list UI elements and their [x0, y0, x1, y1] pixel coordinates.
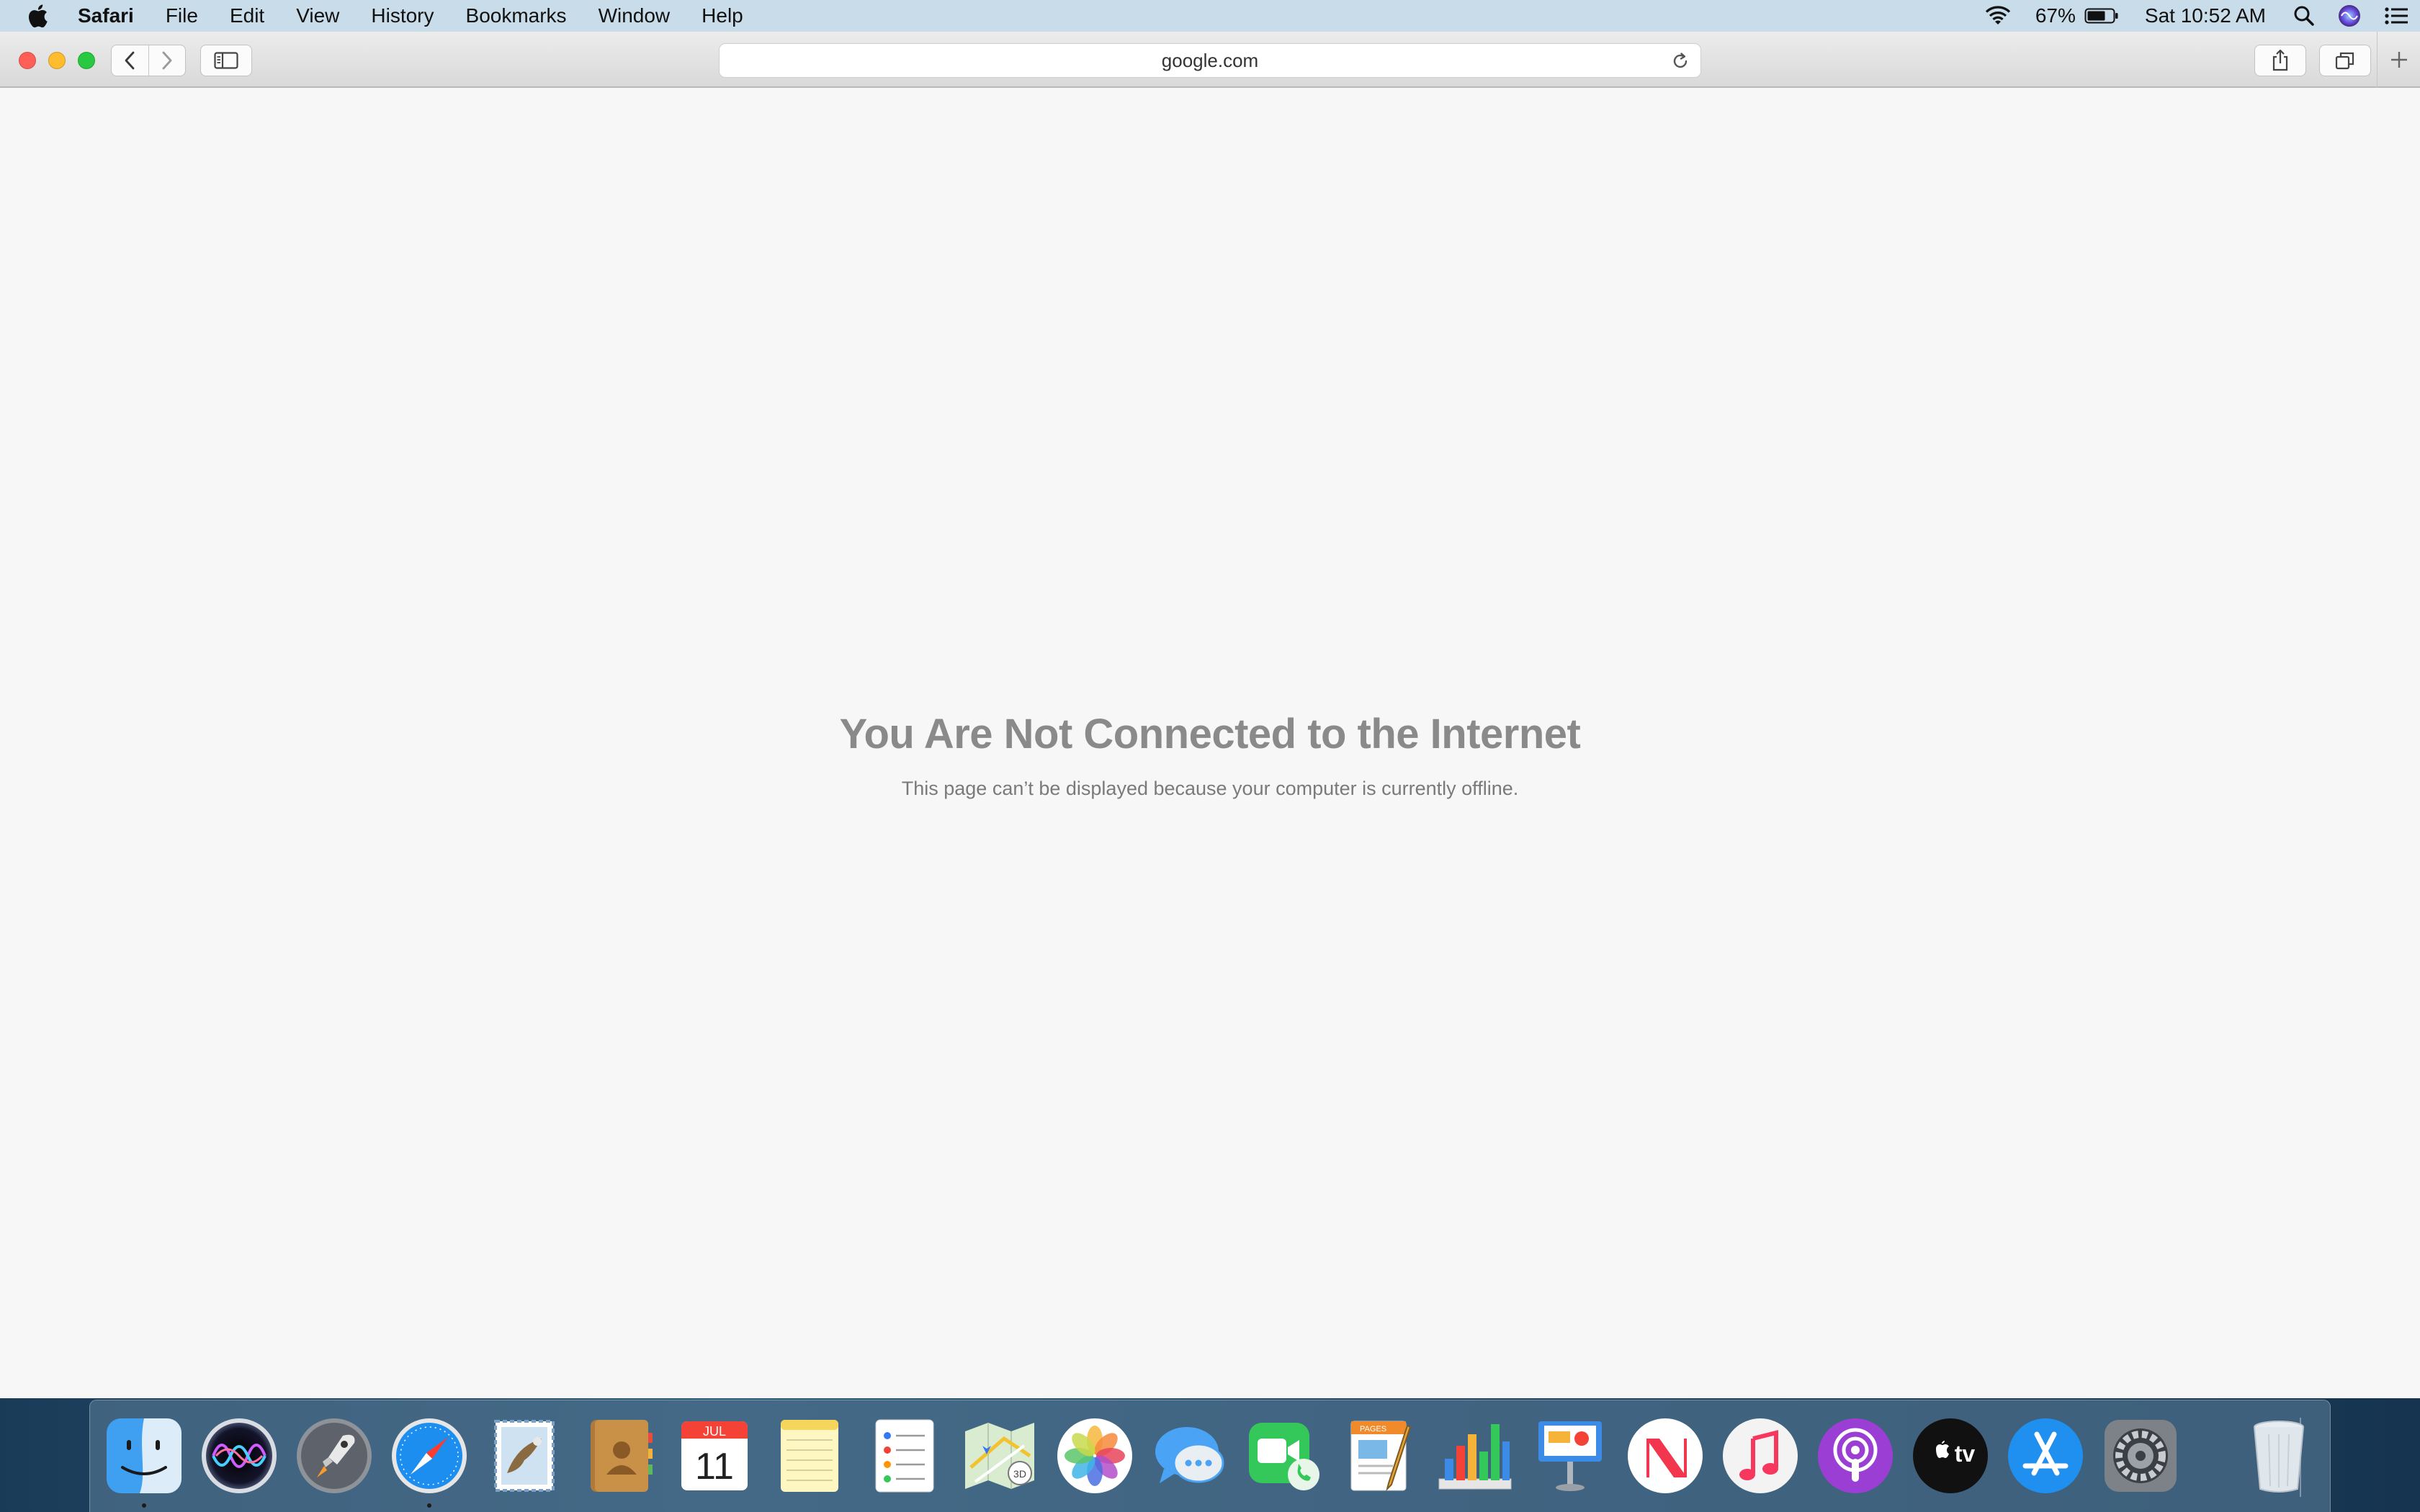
- dock-calendar-icon[interactable]: JUL 11: [673, 1415, 756, 1497]
- zoom-button[interactable]: [78, 52, 95, 69]
- menu-history[interactable]: History: [355, 0, 449, 32]
- dock-safari-icon[interactable]: [388, 1415, 470, 1497]
- plus-icon: [2390, 52, 2407, 68]
- dock-keynote-icon[interactable]: [1529, 1415, 1611, 1497]
- battery-percent: 67%: [2035, 4, 2076, 27]
- dock-siri-icon[interactable]: [198, 1415, 280, 1497]
- dock-finder-icon[interactable]: [103, 1415, 185, 1497]
- dock: JUL 11 3D PAGES tv: [89, 1400, 2331, 1512]
- minimize-button[interactable]: [48, 52, 66, 69]
- dock-facetime-icon[interactable]: [1244, 1415, 1326, 1497]
- dock-system-preferences-icon[interactable]: [2099, 1415, 2182, 1497]
- dock-contacts-icon[interactable]: [578, 1415, 660, 1497]
- sidebar-icon: [214, 52, 238, 69]
- error-message: This page can’t be displayed because you…: [901, 778, 1519, 799]
- menu-window[interactable]: Window: [583, 0, 686, 32]
- menu-edit[interactable]: Edit: [214, 0, 280, 32]
- close-button[interactable]: [19, 52, 36, 69]
- dock-news-icon[interactable]: [1624, 1415, 1706, 1497]
- tv-label: tv: [1955, 1441, 1976, 1467]
- apple-menu-icon[interactable]: [0, 4, 75, 28]
- new-tab-button[interactable]: [2377, 32, 2420, 88]
- browser-toolbar: google.com: [0, 32, 2420, 88]
- sidebar-toggle-button[interactable]: [200, 45, 252, 76]
- spotlight-search-icon[interactable]: [2293, 5, 2315, 27]
- calendar-day: 11: [695, 1446, 734, 1488]
- dock-trash-icon[interactable]: [2238, 1415, 2320, 1497]
- reload-icon[interactable]: [1670, 51, 1690, 76]
- dock-maps-icon[interactable]: 3D: [959, 1415, 1041, 1497]
- share-button[interactable]: [2254, 45, 2306, 76]
- svg-text:PAGES: PAGES: [1360, 1425, 1386, 1434]
- tabs-overview-icon: [2335, 52, 2354, 70]
- menu-view[interactable]: View: [280, 0, 355, 32]
- chevron-right-icon: [162, 51, 172, 70]
- show-tabs-button[interactable]: [2319, 45, 2371, 76]
- dock-photos-icon[interactable]: [1054, 1415, 1136, 1497]
- error-title: You Are Not Connected to the Internet: [839, 711, 1581, 757]
- notification-center-icon[interactable]: [2384, 6, 2408, 26]
- dock-numbers-icon[interactable]: [1434, 1415, 1516, 1497]
- back-button[interactable]: [112, 45, 148, 76]
- menu-file[interactable]: File: [150, 0, 214, 32]
- navigation-buttons: [111, 45, 186, 76]
- dock-app-store-icon[interactable]: [2004, 1415, 2087, 1497]
- menu-app-safari[interactable]: Safari: [75, 0, 150, 32]
- menu-help[interactable]: Help: [686, 0, 759, 32]
- dock-music-icon[interactable]: [1719, 1415, 1801, 1497]
- share-icon: [2272, 49, 2288, 71]
- dock-tv-icon[interactable]: tv: [1909, 1415, 1991, 1497]
- safari-running-indicator: [427, 1503, 431, 1508]
- window-controls: [19, 52, 107, 69]
- dock-launchpad-icon[interactable]: [293, 1415, 375, 1497]
- finder-running-indicator: [142, 1503, 146, 1508]
- menu-bar: Safari File Edit View History Bookmarks …: [0, 0, 2420, 32]
- address-bar[interactable]: google.com: [719, 43, 1701, 78]
- dock-mail-icon[interactable]: [483, 1415, 565, 1497]
- menu-bookmarks[interactable]: Bookmarks: [450, 0, 583, 32]
- wifi-icon[interactable]: [1984, 5, 2012, 27]
- status-area: 67% Sat 10:52 AM: [1972, 0, 2420, 32]
- dock-pages-icon[interactable]: PAGES: [1339, 1415, 1421, 1497]
- calendar-month: JUL: [703, 1424, 726, 1439]
- menubar-clock[interactable]: Sat 10:52 AM: [2145, 4, 2266, 27]
- chevron-left-icon: [125, 51, 135, 70]
- forward-button[interactable]: [148, 45, 185, 76]
- siri-icon[interactable]: [2338, 4, 2361, 27]
- page-content: You Are Not Connected to the Internet Th…: [0, 88, 2420, 1398]
- dock-messages-icon[interactable]: [1149, 1415, 1231, 1497]
- address-text: google.com: [1161, 49, 1259, 71]
- svg-text:3D: 3D: [1013, 1468, 1026, 1480]
- dock-reminders-icon[interactable]: [864, 1415, 946, 1497]
- dock-notes-icon[interactable]: [768, 1415, 851, 1497]
- safari-window: google.com You Are Not Connected to the …: [0, 32, 2420, 1398]
- battery-icon[interactable]: [2084, 7, 2119, 24]
- dock-podcasts-icon[interactable]: [1814, 1415, 1896, 1497]
